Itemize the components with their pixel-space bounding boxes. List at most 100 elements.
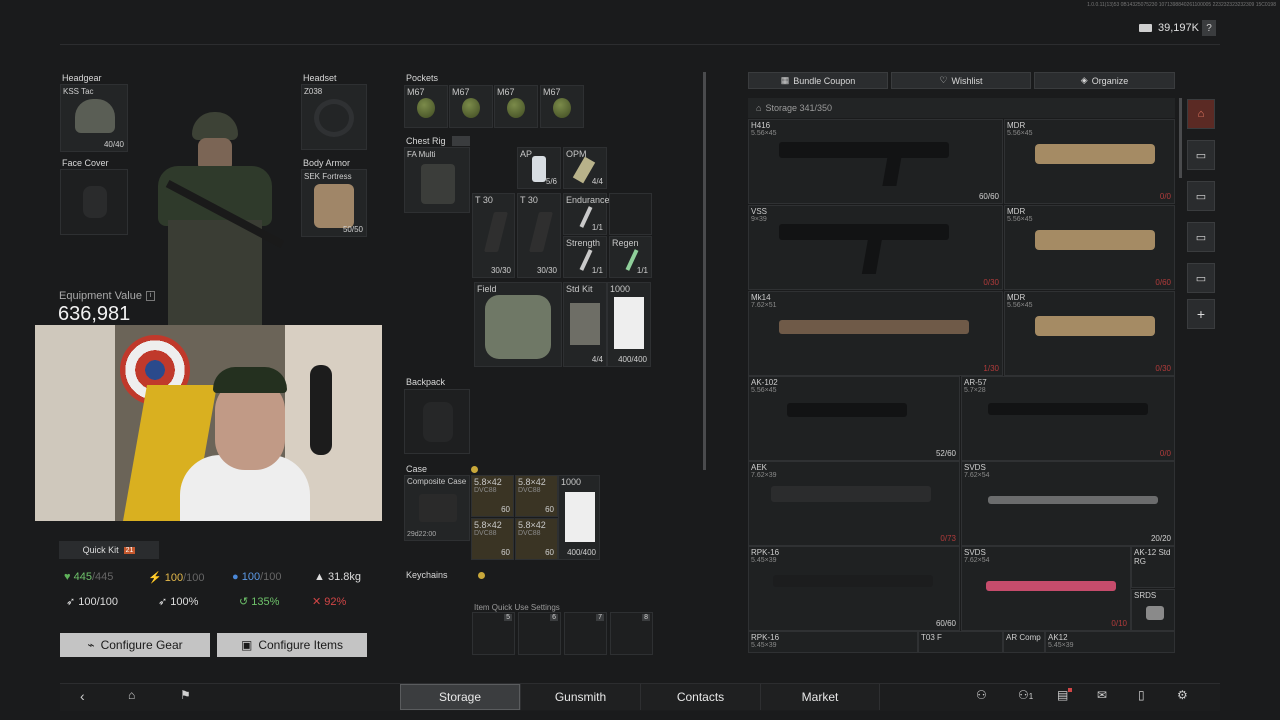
- case-timer: 29d22:00: [407, 531, 437, 538]
- chat-icon[interactable]: ▤: [1057, 688, 1073, 702]
- quick-use-slot-8[interactable]: 8: [610, 612, 653, 655]
- weapon-ak12[interactable]: AK12 5.45×39: [1045, 631, 1175, 653]
- bag-icon: ▣: [240, 638, 253, 652]
- ap-slot[interactable]: AP 5/6: [517, 147, 561, 189]
- run-icon: ➶: [66, 596, 76, 608]
- home-icon[interactable]: ⌂: [128, 688, 135, 702]
- pocket-slot-2[interactable]: M67: [449, 85, 493, 128]
- weapon-ak102[interactable]: AK-102 5.56×45 52/60: [748, 376, 960, 461]
- container-tab-3[interactable]: ▭: [1187, 222, 1215, 252]
- rifle-icon: [986, 581, 1116, 591]
- configure-gear-button[interactable]: ⌁ Configure Gear: [60, 633, 210, 657]
- organize-button[interactable]: ◈ Organize: [1034, 72, 1175, 89]
- container-tab-2[interactable]: ▭: [1187, 181, 1215, 211]
- inventory-scrollbar[interactable]: [703, 72, 706, 470]
- rifle-icon: [779, 224, 949, 240]
- field-kit-slot[interactable]: Field: [474, 282, 562, 367]
- empty-rig-slot[interactable]: [609, 193, 652, 235]
- tab-contacts[interactable]: Contacts: [640, 684, 760, 710]
- regen-slot[interactable]: Regen 1/1: [609, 236, 652, 278]
- pocket-slot-3[interactable]: M67: [494, 85, 538, 128]
- headgear-slot[interactable]: KSS Tac 40/40: [60, 84, 128, 152]
- weapon-mdr-1[interactable]: MDR 5.56×45 0/0: [1004, 119, 1175, 204]
- mag-slot-2[interactable]: T 30 30/30: [517, 193, 561, 278]
- quick-use-slot-5[interactable]: 5: [472, 612, 515, 655]
- info-icon[interactable]: i: [145, 291, 155, 301]
- add-container-button[interactable]: +: [1187, 299, 1215, 329]
- bundle-coupon-button[interactable]: ▦ Bundle Coupon: [748, 72, 888, 89]
- std-kit-slot[interactable]: Std Kit 4/4: [563, 282, 607, 367]
- quick-use-slot-7[interactable]: 7: [564, 612, 607, 655]
- opm-slot[interactable]: OPM 4/4: [563, 147, 607, 189]
- endurance-slot[interactable]: Endurance 1/1: [563, 193, 610, 235]
- headset-slot[interactable]: Z038: [301, 84, 367, 150]
- weapon-h416[interactable]: H416 5.56×45 60/60: [748, 119, 1003, 204]
- container-tab-4[interactable]: ▭: [1187, 263, 1215, 293]
- lock-icon[interactable]: [451, 136, 470, 146]
- help-button[interactable]: ?: [1202, 20, 1216, 36]
- drop-icon: ●: [232, 571, 239, 583]
- ammo-slot-4[interactable]: 5.8×42 DVC88 60: [515, 518, 558, 560]
- ammo-slot-2[interactable]: 5.8×42 DVC88 60: [515, 475, 558, 517]
- item-ar-comp[interactable]: AR Comp: [1003, 631, 1045, 653]
- weapon-svds-2[interactable]: SVDS 7.62×54 0/10: [961, 546, 1131, 631]
- backpack-slot[interactable]: [404, 389, 470, 454]
- item-ak12-grip[interactable]: AK-12 Std RG: [1131, 546, 1175, 588]
- clipboard-icon[interactable]: ▯: [1138, 688, 1145, 702]
- storage-home-tab[interactable]: ⌂: [1187, 99, 1215, 129]
- storage-scrollbar[interactable]: [1179, 98, 1182, 178]
- team-icon[interactable]: ⚇: [976, 688, 987, 702]
- weapon-ar57[interactable]: AR-57 5.7×28 0/0: [961, 376, 1175, 461]
- chest-rig-slot[interactable]: FA Multi: [404, 147, 470, 213]
- configure-items-button[interactable]: ▣ Configure Items: [217, 633, 367, 657]
- header-divider: [60, 44, 1220, 45]
- face-cover-slot[interactable]: [60, 169, 128, 235]
- chest-rig-name: FA Multi: [407, 150, 436, 159]
- weapon-rpk16[interactable]: RPK-16 5.45×39 60/60: [748, 546, 960, 631]
- tab-storage[interactable]: Storage: [400, 684, 520, 710]
- rifle-icon: [779, 142, 949, 158]
- pocket-slot-4[interactable]: M67: [540, 85, 584, 128]
- mag-slot-1[interactable]: T 30 30/30: [472, 193, 515, 278]
- webcam-overlay: [35, 325, 382, 521]
- rifle-icon: [779, 320, 969, 334]
- container-tab-1[interactable]: ▭: [1187, 140, 1215, 170]
- ammo-slot-3[interactable]: 5.8×42 DVC88 60: [471, 518, 514, 560]
- strength-slot[interactable]: Strength 1/1: [563, 236, 607, 278]
- quick-use-slot-6[interactable]: 6: [518, 612, 561, 655]
- house-icon: ⌂: [756, 103, 762, 113]
- heart-icon: ♡: [939, 75, 948, 85]
- rifle-icon: [1035, 316, 1155, 336]
- body-armor-count: 50/50: [342, 225, 363, 234]
- flag-icon[interactable]: ⚑: [180, 688, 191, 702]
- case-medkit-slot[interactable]: 1000 400/400: [558, 475, 600, 560]
- friends-icon[interactable]: ⚇1: [1018, 688, 1033, 702]
- stat-recovery: ↺ 135%: [239, 596, 280, 608]
- ammo-slot-1[interactable]: 5.8×42 DVC88 60: [471, 475, 514, 517]
- weapon-svds-1[interactable]: SVDS 7.62×54 20/20: [961, 461, 1175, 546]
- weapon-vss[interactable]: VSS 9×39 0/30: [748, 205, 1003, 290]
- weapon-mk14[interactable]: Mk14 7.62×51 1/30: [748, 291, 1003, 376]
- item-srds[interactable]: SRDS: [1131, 589, 1175, 631]
- item-t03f[interactable]: T03 F: [918, 631, 1003, 653]
- back-icon[interactable]: ‹: [80, 688, 85, 704]
- body-armor-slot[interactable]: SEK Fortress 50/50: [301, 169, 367, 237]
- wishlist-button[interactable]: ♡ Wishlist: [891, 72, 1031, 89]
- backpack-label: Backpack: [406, 377, 446, 387]
- weapon-aek[interactable]: AEK 7.62×39 0/73: [748, 461, 960, 546]
- scope-icon: [1146, 606, 1164, 620]
- weapon-mdr-3[interactable]: MDR 5.56×45 0/30: [1004, 291, 1175, 376]
- weapon-rpk16-2[interactable]: RPK-16 5.45×39: [748, 631, 918, 653]
- mail-icon[interactable]: ✉: [1097, 688, 1107, 702]
- headset-icon: [314, 99, 354, 137]
- tab-market[interactable]: Market: [760, 684, 880, 710]
- helmet-icon: [75, 99, 115, 133]
- quick-kit-button[interactable]: Quick Kit 21: [59, 541, 159, 559]
- case-slot[interactable]: Composite Case 29d22:00: [404, 475, 470, 541]
- weight-stat: ▲ 31.8kg: [314, 571, 361, 583]
- settings-gear-icon[interactable]: ⚙: [1177, 688, 1188, 702]
- pocket-slot-1[interactable]: M67: [404, 85, 448, 128]
- medkit-1000-slot[interactable]: 1000 400/400: [607, 282, 651, 367]
- tab-gunsmith[interactable]: Gunsmith: [520, 684, 640, 710]
- weapon-mdr-2[interactable]: MDR 5.56×45 0/60: [1004, 205, 1175, 290]
